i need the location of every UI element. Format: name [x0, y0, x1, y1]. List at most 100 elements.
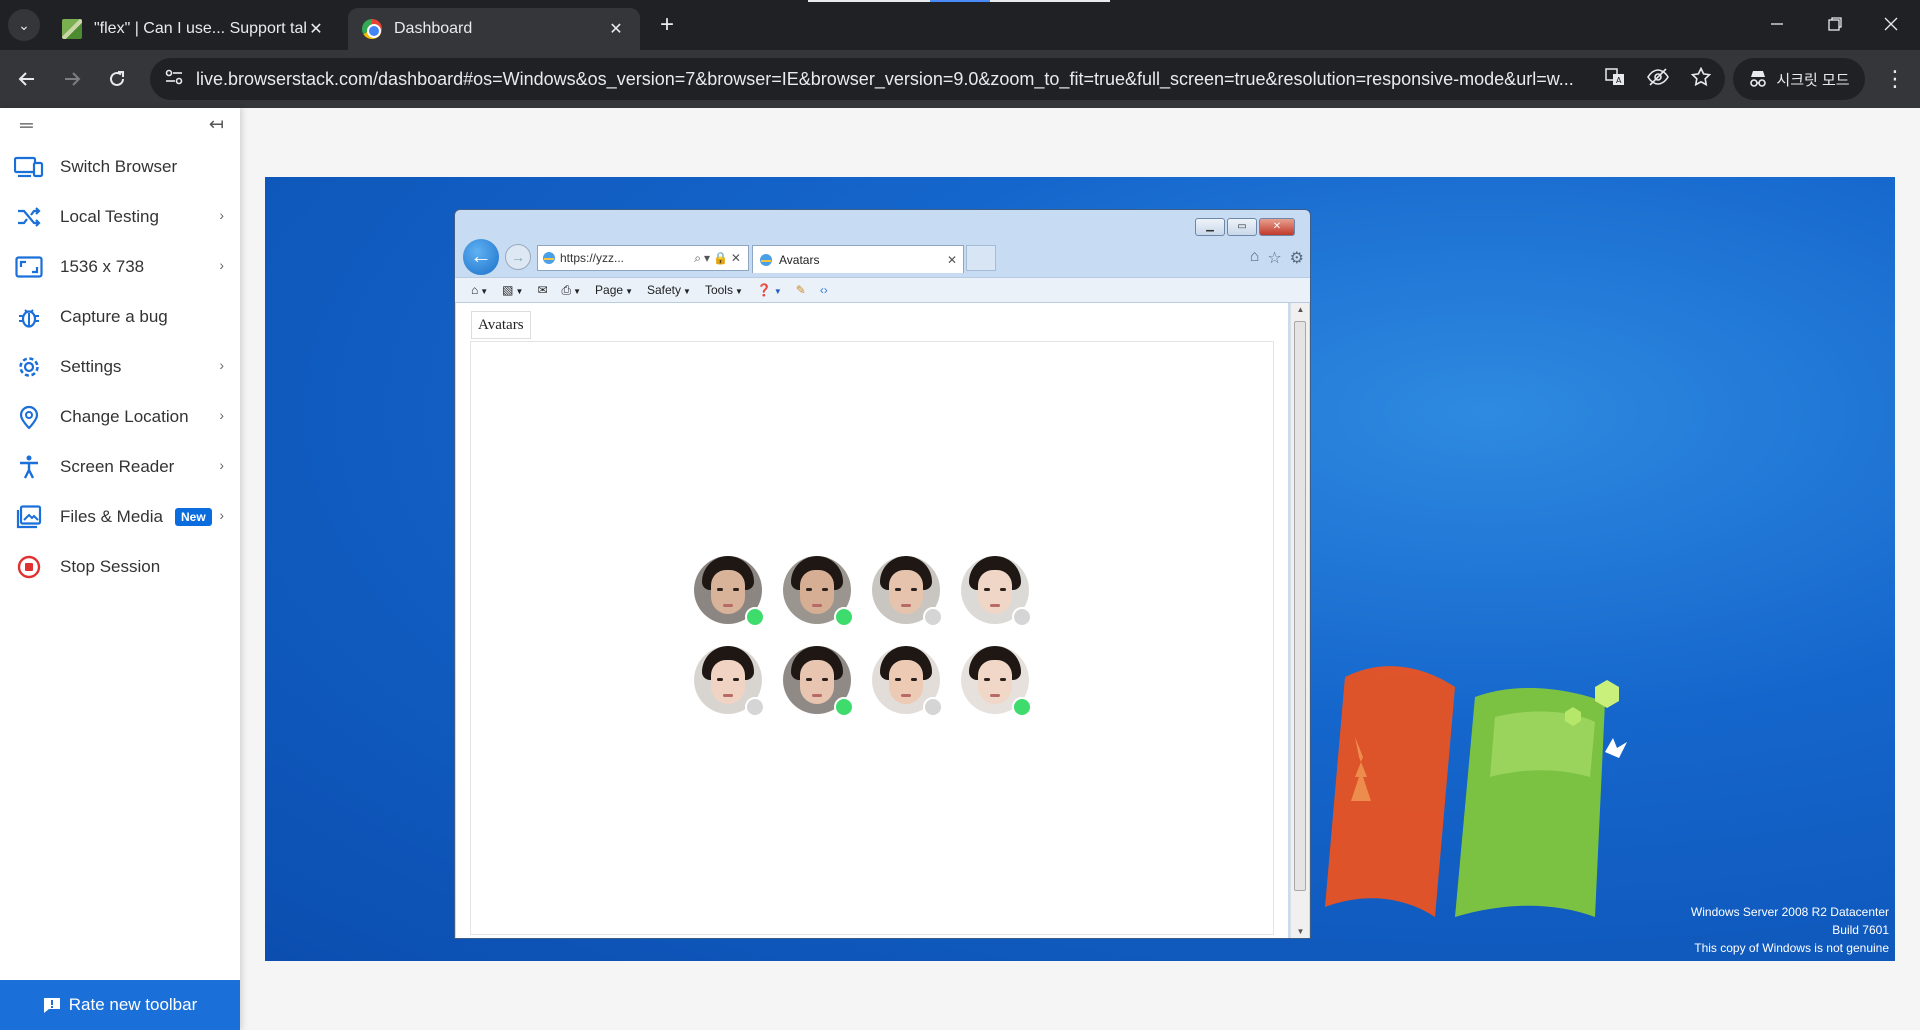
chevron-right-icon: ›: [219, 507, 224, 523]
research-icon[interactable]: ✎: [796, 283, 806, 297]
window-top-indicator-accent: [930, 0, 990, 2]
sidebar-item-screen-reader[interactable]: Screen Reader ›: [0, 442, 240, 492]
avatar[interactable]: [783, 646, 854, 717]
arrow-right-icon: [65, 72, 81, 86]
close-tab-icon[interactable]: ✕: [606, 19, 626, 39]
ie-window[interactable]: ▁ ▭ ✕ ← → https://yzz... ⌕▾🔒✕ Avatars ✕ …: [454, 209, 1311, 939]
sidebar-item-capture-bug[interactable]: Capture a bug: [0, 292, 240, 342]
status-online-indicator: [1012, 697, 1032, 717]
url-text[interactable]: live.browserstack.com/dashboard#os=Windo…: [196, 69, 1606, 90]
ie-back-button[interactable]: ←: [461, 237, 501, 277]
sidebar-item-stop-session[interactable]: Stop Session: [0, 542, 240, 592]
ie-page-content[interactable]: Avatars: [456, 303, 1288, 938]
sidebar-item-label: Settings: [60, 357, 122, 376]
ie-tab-title: Avatars: [779, 252, 820, 267]
ie-address-text[interactable]: https://yzz...: [560, 251, 624, 265]
sidebar-item-settings[interactable]: Settings ›: [0, 342, 240, 392]
scrollbar-thumb[interactable]: [1294, 321, 1306, 891]
address-bar[interactable]: live.browserstack.com/dashboard#os=Windo…: [150, 58, 1725, 100]
sidebar-item-switch-browser[interactable]: Switch Browser: [0, 142, 240, 192]
new-tab-button[interactable]: +: [652, 10, 682, 40]
watermark-line: Build 7601: [1832, 923, 1889, 937]
chevron-right-icon: ›: [219, 357, 224, 373]
sidebar-item-label: Screen Reader: [60, 457, 175, 476]
incognito-indicator[interactable]: 시크릿 모드: [1733, 58, 1865, 100]
eye-off-icon[interactable]: [1647, 67, 1669, 91]
sidebar-item-local-testing[interactable]: Local Testing ›: [0, 192, 240, 242]
status-offline-indicator: [1012, 607, 1032, 627]
ie-address-tools-icon[interactable]: ⌕▾🔒✕: [694, 251, 748, 266]
sidebar-item-label: Files & Media: [60, 507, 163, 526]
ie-close-tab-icon[interactable]: ✕: [947, 253, 957, 267]
sidebar-header: ═ ↤: [0, 108, 240, 142]
rate-toolbar-button[interactable]: Rate new toolbar: [0, 980, 240, 1030]
sidebar-item-label: 1536 x 738: [60, 257, 145, 276]
scroll-up-icon[interactable]: ▲: [1291, 305, 1310, 314]
ie-maximize-button[interactable]: ▭: [1227, 218, 1257, 236]
collapse-sidebar-icon[interactable]: ↤: [209, 114, 224, 135]
home-icon[interactable]: ⌂: [1250, 248, 1260, 268]
new-badge: New: [174, 508, 212, 526]
ie-vertical-scrollbar[interactable]: ▲ ▼: [1290, 303, 1309, 938]
mail-icon[interactable]: ✉: [537, 283, 547, 297]
help-icon[interactable]: ❓ ▼: [757, 283, 782, 297]
browserstack-toolbar-sidebar: ═ ↤ Switch Browser Local Testing › 1536 …: [0, 108, 240, 1030]
sidebar-item-label: Switch Browser: [60, 157, 178, 176]
page-frame: [470, 341, 1274, 935]
avatar[interactable]: [694, 646, 765, 717]
bug-icon: [14, 305, 44, 329]
ie-tab-avatars[interactable]: Avatars ✕: [752, 245, 964, 273]
gear-icon[interactable]: ⚙: [1290, 248, 1304, 268]
scroll-down-icon[interactable]: ▼: [1291, 927, 1310, 936]
reload-button[interactable]: [100, 62, 134, 96]
image-icon: [14, 505, 44, 529]
avatar[interactable]: [694, 556, 765, 627]
sidebar-item-change-location[interactable]: Change Location ›: [0, 392, 240, 442]
avatar-grid: [694, 556, 1064, 717]
avatar[interactable]: [872, 556, 943, 627]
home-icon[interactable]: ⌂ ▼: [471, 283, 488, 297]
ie-address-bar[interactable]: https://yzz... ⌕▾🔒✕: [537, 245, 749, 271]
gear-icon: [14, 355, 44, 379]
developer-tools-icon[interactable]: ‹›: [820, 283, 828, 297]
ie-forward-button[interactable]: →: [505, 244, 531, 270]
safety-menu[interactable]: Safety ▼: [647, 283, 691, 297]
resize-icon: [14, 255, 44, 279]
incognito-icon: [1750, 71, 1767, 87]
sidebar-item-resolution[interactable]: 1536 x 738 ›: [0, 242, 240, 292]
accessibility-icon: [14, 455, 44, 479]
tab-dashboard[interactable]: Dashboard ✕: [348, 8, 640, 50]
ie-close-button[interactable]: ✕: [1259, 218, 1295, 236]
translate-icon[interactable]: A: [1605, 67, 1625, 92]
forward-button[interactable]: [55, 62, 89, 96]
chevron-right-icon: ›: [219, 257, 224, 273]
status-online-indicator: [834, 697, 854, 717]
avatar[interactable]: [783, 556, 854, 627]
minimize-button[interactable]: [1748, 0, 1806, 48]
print-icon[interactable]: ⎙ ▼: [562, 283, 582, 298]
avatar[interactable]: [872, 646, 943, 717]
drag-handle-icon[interactable]: ═: [20, 115, 33, 136]
tab-search-button[interactable]: ⌄: [8, 9, 40, 41]
sidebar-item-files-media[interactable]: Files & Media New ›: [0, 492, 240, 542]
favorites-star-icon[interactable]: ☆: [1267, 248, 1281, 268]
avatar[interactable]: [961, 646, 1032, 717]
avatar[interactable]: [961, 556, 1032, 627]
restore-button[interactable]: [1806, 0, 1864, 48]
tools-menu[interactable]: Tools ▼: [705, 283, 743, 297]
ie-minimize-button[interactable]: ▁: [1195, 218, 1225, 236]
page-menu[interactable]: Page ▼: [595, 283, 633, 297]
chrome-menu-button[interactable]: ⋮: [1880, 62, 1910, 96]
site-settings-icon[interactable]: [162, 69, 186, 90]
close-tab-icon[interactable]: ✕: [306, 19, 326, 39]
bookmark-star-icon[interactable]: [1690, 66, 1712, 92]
close-window-button[interactable]: [1862, 0, 1920, 48]
watermark-line: This copy of Windows is not genuine: [1694, 941, 1889, 955]
remote-desktop[interactable]: Windows Server 2008 R2 Datacenter Build …: [265, 177, 1895, 961]
sidebar-item-label: Change Location: [60, 407, 189, 426]
page-title: Avatars: [471, 311, 531, 339]
ie-new-tab-button[interactable]: [966, 245, 996, 271]
back-button[interactable]: [10, 62, 44, 96]
rss-feed-icon[interactable]: ▧ ▼: [502, 283, 523, 297]
tab-caniuse[interactable]: "flex" | Can I use... Support tab ✕: [48, 8, 340, 50]
